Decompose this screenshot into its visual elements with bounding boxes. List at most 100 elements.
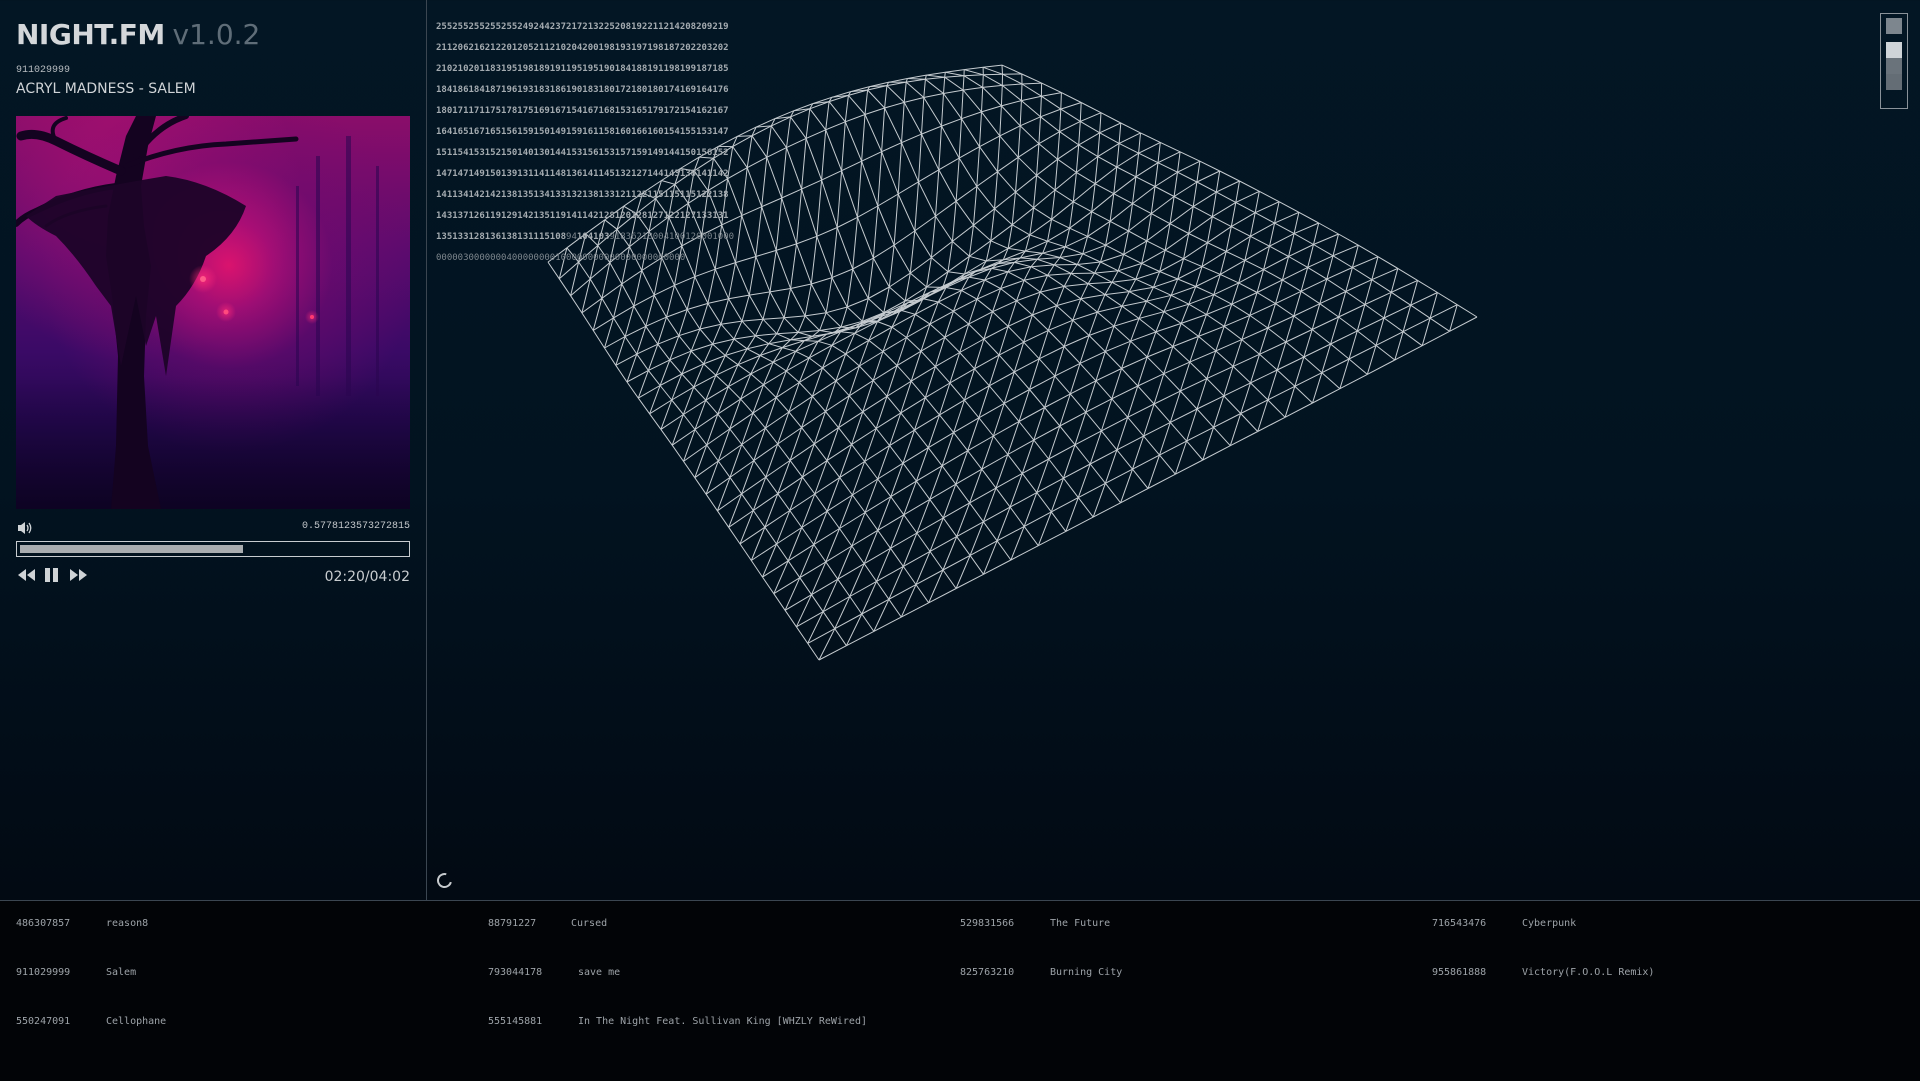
scene-button-4[interactable]	[1886, 74, 1902, 90]
wireframe-edge	[791, 284, 812, 289]
wireframe-edge	[1173, 347, 1190, 363]
wireframe-edge	[1286, 316, 1294, 342]
wireframe-edge	[1199, 326, 1225, 336]
wireframe-edge	[1080, 336, 1089, 364]
wireframe-edge	[1088, 284, 1105, 295]
wireframe-edge	[1139, 133, 1141, 153]
wireframe-edge	[962, 119, 980, 147]
wireframe-edge	[1430, 318, 1450, 331]
wireframe-edge	[862, 299, 868, 322]
wireframe-edge	[778, 477, 803, 494]
wireframe-edge	[963, 76, 964, 90]
wireframe-edge	[1106, 245, 1124, 254]
wireframe-edge	[1106, 221, 1111, 245]
wireframe-edge	[1081, 295, 1105, 299]
wireframe-edge	[1333, 256, 1352, 268]
wireframe-edge	[788, 561, 800, 578]
wireframe-edge	[1055, 376, 1071, 394]
wireframe-edge	[1077, 265, 1094, 274]
wireframe-edge	[1260, 354, 1278, 370]
wireframe-edge	[901, 413, 915, 430]
wireframe-edge	[898, 182, 918, 194]
wireframe-edge	[650, 400, 672, 414]
scene-button-2[interactable]	[1886, 42, 1902, 58]
wireframe-edge	[1024, 526, 1038, 545]
wireframe-edge	[1207, 304, 1232, 314]
wireframe-edge	[1040, 292, 1056, 306]
wireframe-edge	[826, 562, 838, 579]
wireframe-edge	[738, 356, 760, 365]
wireframe-edge	[915, 314, 930, 324]
wireframe-edge	[1233, 354, 1259, 366]
scene-button-3[interactable]	[1886, 58, 1902, 74]
seek-bar[interactable]	[16, 541, 410, 557]
wireframe-edge	[1154, 272, 1160, 288]
wireframe-edge	[730, 429, 742, 445]
wireframe-edge	[1391, 292, 1410, 305]
wireframe-edge	[930, 518, 943, 552]
wireframe-edge	[1147, 214, 1152, 241]
wireframe-edge	[1095, 262, 1101, 273]
wireframe-edge	[989, 386, 1004, 404]
wireframe-edge	[1058, 132, 1060, 160]
rewind-icon[interactable]	[16, 567, 36, 588]
wireframe-edge	[812, 396, 825, 411]
wireframe-edge	[1073, 312, 1098, 320]
wireframe-edge	[1021, 101, 1040, 117]
wireframe-edge	[1239, 270, 1264, 283]
wireframe-edge	[842, 122, 846, 171]
wireframe-edge	[1333, 245, 1358, 256]
wireframe-edge	[876, 429, 889, 446]
wireframe-edge	[1197, 409, 1214, 427]
wireframe-edge	[1320, 304, 1339, 317]
wireframe-edge	[672, 374, 682, 400]
wireframe-edge	[1160, 142, 1180, 151]
wireframe-edge	[765, 428, 777, 444]
wireframe-edge	[904, 82, 906, 102]
wireframe-edge	[832, 278, 847, 307]
fast-forward-icon[interactable]	[69, 567, 89, 588]
wireframe-edge	[962, 90, 964, 119]
wireframe-edge	[787, 117, 791, 148]
wireframe-edge	[1008, 248, 1025, 251]
wireframe-edge	[706, 461, 718, 494]
wireframe-edge	[1061, 109, 1081, 121]
wireframe-edge	[672, 445, 683, 461]
wireframe-edge	[848, 95, 865, 114]
wireframe-edge	[917, 518, 943, 533]
wireframe-edge	[1174, 197, 1193, 207]
wireframe-edge	[878, 497, 891, 531]
wireframe-edge	[1071, 274, 1088, 284]
wireframe-edge	[959, 158, 977, 186]
wireframe-edge	[1071, 265, 1077, 274]
scene-button-1[interactable]	[1886, 18, 1902, 34]
playlist-item-name: Cursed	[571, 918, 607, 929]
wireframe-edge	[865, 513, 878, 531]
wireframe-edge	[1308, 267, 1327, 279]
wireframe-edge	[1174, 182, 1197, 197]
wireframe-edge	[940, 415, 954, 433]
wireframe-edge	[865, 462, 878, 480]
wireframe-edge	[1189, 217, 1213, 234]
wireframe-edge	[837, 228, 853, 270]
data-grid-row: 1351331281361381311151089410410391836218…	[436, 227, 734, 248]
wireframe-edge	[734, 321, 742, 339]
wireframe-edge	[1052, 202, 1074, 220]
wireframe-edge	[943, 555, 970, 570]
wireframe-edge	[906, 82, 924, 97]
wireframe-edge	[683, 387, 693, 414]
wireframe-edge	[957, 503, 970, 537]
pause-icon[interactable]	[43, 567, 61, 588]
wireframe-edge	[999, 355, 1014, 372]
wireframe-edge	[1255, 213, 1274, 223]
speaker-volume-icon[interactable]	[16, 520, 34, 536]
wireframe-edge	[733, 147, 748, 168]
wireframe-edge	[737, 136, 752, 137]
wireframe-edge	[1189, 295, 1214, 305]
wireframe-edge	[704, 364, 716, 375]
wireframe-edge	[1101, 113, 1121, 123]
wireframe-edge	[865, 446, 890, 462]
wireframe-edge	[1260, 342, 1286, 354]
wireframe-edge	[1136, 279, 1154, 287]
wireframe-edge	[829, 102, 845, 122]
